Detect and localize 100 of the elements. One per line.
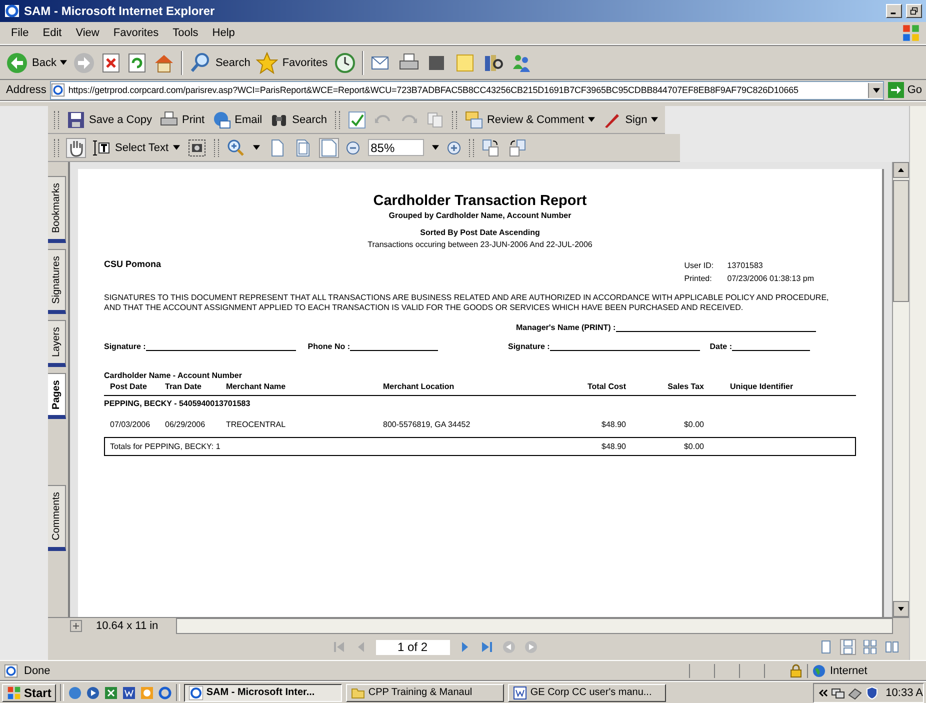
minimize-button[interactable] (886, 4, 902, 18)
side-panel-tab[interactable]: Layers (48, 320, 66, 367)
caret-icon (172, 145, 180, 150)
table-cell-text: 06/29/2006 (165, 420, 206, 429)
caret-icon (60, 60, 68, 65)
page-icon (4, 664, 18, 678)
side-panel-tab[interactable]: Pages (48, 372, 66, 420)
menu-item[interactable]: File (4, 27, 36, 39)
printer-icon (160, 110, 178, 128)
meta-value: 07/23/2006 01:38:13 pm (727, 274, 814, 283)
camera-icon[interactable] (188, 138, 206, 156)
scroll-down-icon[interactable] (893, 601, 909, 617)
sort-note: Sorted By Post Date Ascending (419, 228, 541, 237)
field-label: Signature : (104, 342, 146, 351)
word-processor-icon[interactable] (122, 686, 136, 700)
search-button[interactable]: Search (189, 52, 250, 74)
field-label: Signature : (508, 342, 550, 351)
spell-check-icon[interactable] (348, 110, 366, 128)
hand-tool-icon[interactable] (67, 138, 85, 156)
caret-icon[interactable] (432, 145, 439, 150)
fit-page-icon[interactable] (294, 138, 312, 156)
taskbar-button[interactable]: CPP Training & Manaul (346, 684, 504, 702)
comment-icon (464, 110, 483, 128)
security-zone: Internet (830, 664, 868, 676)
back-button[interactable]: Back (6, 52, 68, 74)
menu-item[interactable]: Favorites (106, 27, 166, 39)
sign-button[interactable]: Sign (603, 110, 658, 128)
address-field[interactable]: https://getrprod.corpcard.com/parisrev.asp?WCI=ParisReport&WCE=Report&WCU=723B7ADBFAC5B8CC43256CB215D1691B7CF3965BC95CDBB844707EF8EB8F9AF79C826D10665 (50, 80, 884, 100)
page-number-field[interactable]: 1 of 2 (376, 640, 450, 654)
continuous-icon[interactable] (841, 640, 855, 654)
stop-icon[interactable] (101, 52, 122, 72)
two-page-icon[interactable] (885, 640, 899, 654)
chevron-icon[interactable] (818, 688, 828, 698)
window-title: SAM - Microsoft Internet Explorer (24, 4, 215, 18)
column-header: Post Date (110, 382, 148, 391)
spreadsheet-icon[interactable] (104, 686, 118, 700)
browser-icon[interactable] (158, 686, 172, 700)
facing-icon[interactable] (863, 640, 877, 654)
media-player-icon[interactable] (86, 686, 100, 700)
globe-envelope-icon (212, 110, 231, 128)
field-label: Manager's Name (PRINT) : (516, 323, 616, 332)
zoom-out-icon[interactable] (346, 140, 360, 154)
save-copy-button[interactable]: Save a Copy (67, 110, 152, 128)
rotate-clockwise-icon[interactable] (482, 138, 500, 156)
scroll-thumb[interactable] (893, 180, 909, 302)
menu-item[interactable]: Help (205, 27, 242, 39)
app-icon[interactable] (68, 686, 82, 700)
certification-statement: SIGNATURES TO THIS DOCUMENT REPRESENT THAT ALL TRANSACTIONS ARE BUSINESS RELATED AND ARE AUTHORIZED IN ACCORDANCE WITH APPLICABLE POLICY AND PROCEDURE, AND THAT THE ACCOUNT ASSIGNMENT APPLIED TO EACH TRANSACTION IS VALID FOR THE GOODS OR SERVICES WHICH HAVE BEEN PURCHASED AND RECEIVED. (104, 293, 830, 313)
text-cursor-icon (93, 138, 111, 156)
vertical-scrollbar[interactable] (892, 162, 909, 617)
restore-button[interactable] (906, 4, 922, 18)
select-text-button[interactable]: Select Text (93, 138, 180, 156)
table-cell-text: $0.00 (682, 420, 704, 429)
folder-icon (351, 686, 366, 700)
last-page-icon[interactable] (480, 640, 494, 654)
go-button[interactable]: Go (888, 82, 922, 98)
dropdown-icon[interactable] (872, 88, 880, 92)
horizontal-scrollbar[interactable] (176, 618, 893, 634)
side-panel-tab[interactable]: Signatures (48, 249, 66, 314)
field-label: Phone No : (308, 342, 350, 351)
zoom-in-icon[interactable] (226, 138, 245, 156)
totals-label: Totals for PEPPING, BECKY: 1 (110, 442, 222, 451)
side-panel-tab[interactable]: Bookmarks (48, 176, 66, 244)
rotate-counterclockwise-icon[interactable] (508, 138, 526, 156)
split-handle-icon[interactable] (70, 620, 82, 632)
print-button[interactable]: Print (160, 110, 205, 128)
restore-icon (910, 7, 918, 15)
clock: 10:33 A (884, 686, 923, 698)
review-comment-button[interactable]: Review & Comment (464, 110, 596, 128)
browser-icon (4, 3, 20, 19)
date-range: Transactions occuring between 23-JUN-2006 And 22-JUL-2006 (366, 240, 594, 249)
search-button[interactable]: Search (270, 110, 327, 128)
fit-width-icon[interactable] (320, 138, 338, 156)
window-scrollbar[interactable] (909, 106, 926, 660)
page-size-label: 10.64 x 11 in (95, 620, 160, 632)
menu-item[interactable]: Edit (36, 27, 69, 39)
table-cell-text: 07/03/2006 (110, 420, 152, 429)
menu-item[interactable]: View (68, 27, 106, 39)
page-icon (51, 83, 66, 97)
start-button[interactable]: Start (2, 684, 56, 702)
email-button[interactable]: Email (212, 110, 262, 128)
zoom-in-icon[interactable] (446, 140, 461, 154)
refresh-icon[interactable] (127, 52, 148, 72)
taskbar-button[interactable]: GE Corp CC user's manu... (508, 684, 666, 702)
network-icon[interactable] (830, 686, 845, 700)
menu-item[interactable]: Tools (166, 27, 206, 39)
field-label: Date : (710, 342, 732, 351)
history-icon[interactable] (334, 52, 356, 74)
side-panel-tab[interactable]: Comments (48, 485, 66, 551)
group-header: PEPPING, BECKY - 5405940013701583 (104, 399, 252, 408)
caret-icon (588, 117, 596, 122)
shield-icon[interactable] (864, 686, 879, 700)
table-cell-text: $48.90 (600, 420, 626, 429)
taskbar-button[interactable]: SAM - Microsoft Inter... (184, 684, 342, 702)
zoom-field[interactable]: 85% (368, 139, 424, 156)
single-page-icon[interactable] (819, 640, 833, 654)
favorites-button[interactable]: Favorites (256, 52, 328, 74)
scroll-up-icon[interactable] (893, 162, 909, 178)
caret-icon[interactable] (252, 145, 260, 150)
report-title: Cardholder Transaction Report (372, 193, 588, 209)
